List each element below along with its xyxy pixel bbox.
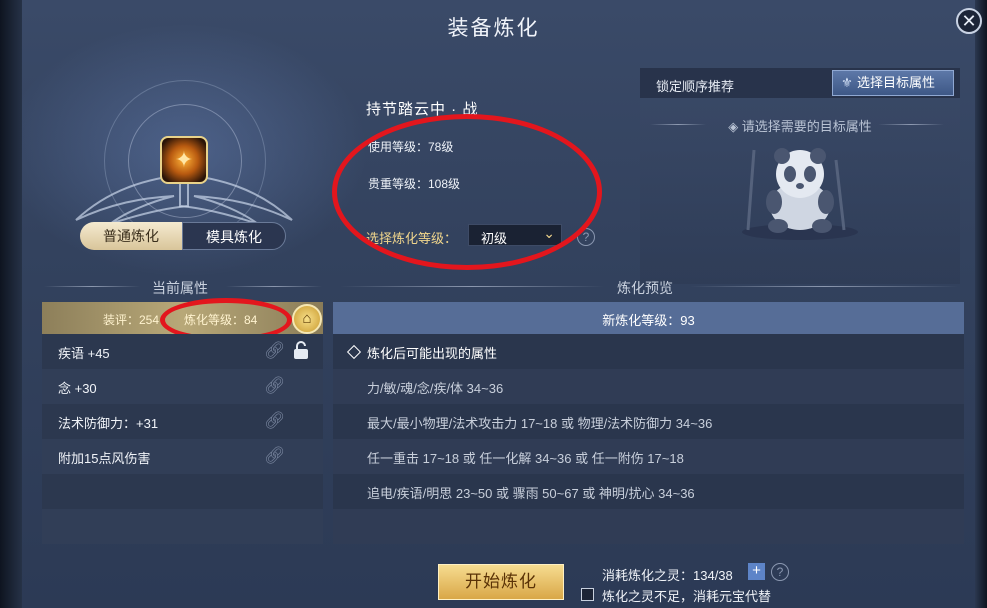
substitute-ingot-checkbox[interactable]: [581, 588, 594, 601]
right-edge: [975, 0, 987, 608]
left-edge: [0, 0, 22, 608]
preview-line: 追电/疾语/明思 23~50 或 骤雨 50~67 或 神明/扰心 34~36: [367, 486, 695, 501]
attribute-text: 法术防御力：+31: [58, 416, 159, 431]
lock-order-title: 锁定顺序推荐: [656, 79, 735, 94]
attribute-text: 疾语 +45: [58, 346, 110, 361]
target-icon: ⚜: [841, 75, 853, 90]
preview-row: 追电/疾语/明思 23~50 或 骤雨 50~67 或 神明/扰心 34~36: [333, 474, 964, 509]
attribute-row: 念 +30 🔗︎: [42, 369, 323, 404]
current-attributes-title: 当前属性: [152, 280, 208, 296]
target-attribute-hint: ◈ 请选择需要的目标属性: [640, 116, 960, 135]
tab-normal-refine[interactable]: 普通炼化: [80, 222, 182, 250]
target-attribute-hint-text: 请选择需要的目标属性: [741, 119, 872, 134]
refine-cost: 消耗炼化之灵：134/38: [602, 568, 733, 583]
preview-heading-text: 炼化后可能出现的属性: [367, 346, 498, 361]
window-title: 装备炼化: [447, 17, 540, 40]
equipment-item-icon: ✦: [174, 147, 194, 172]
equipment-score: 装评：254: [103, 313, 160, 327]
preview-line: 力/敏/魂/念/疾/体 34~36: [367, 381, 504, 396]
preview-heading-row: 炼化后可能出现的属性: [333, 334, 964, 369]
add-icon[interactable]: +: [748, 563, 765, 580]
current-divider-right: [226, 286, 322, 287]
preview-line: 最大/最小物理/法术攻击力 17~18 或 物理/法术防御力 34~36: [367, 416, 713, 431]
diamond-icon: [346, 344, 362, 360]
tab-mold-refine[interactable]: 模具炼化: [182, 222, 286, 250]
substitute-ingot-label: 炼化之灵不足，消耗元宝代替: [602, 589, 772, 604]
select-target-attribute-button[interactable]: ⚜ 选择目标属性: [832, 70, 954, 96]
highlight-circle-info: [332, 114, 602, 270]
refine-mode-tabs: 普通炼化 模具炼化: [72, 222, 294, 250]
preview-line: 任一重击 17~18 或 任一化解 34~36 或 任一附伤 17~18: [367, 451, 684, 466]
preview-title: 炼化预览: [617, 280, 673, 296]
current-divider-left: [44, 286, 140, 287]
link-icon[interactable]: 🔗︎: [264, 341, 286, 361]
preview-row: 最大/最小物理/法术攻击力 17~18 或 物理/法术防御力 34~36: [333, 404, 964, 439]
preview-heading: 炼化后可能出现的属性: [346, 343, 498, 362]
select-target-attribute-label: 选择目标属性: [857, 75, 936, 90]
attribute-row: 法术防御力：+31 🔗︎: [42, 404, 323, 439]
unlock-icon[interactable]: [293, 341, 309, 359]
link-icon[interactable]: 🔗︎: [264, 446, 286, 466]
attribute-row-empty: [42, 509, 323, 544]
panda-mascot-icon: [742, 148, 858, 240]
hint-diamond-icon: ◈: [728, 119, 742, 134]
preview-divider-left: [340, 286, 604, 287]
cost-help-icon[interactable]: ?: [771, 563, 789, 581]
home-icon[interactable]: ⌂: [292, 304, 322, 334]
equipment-item-slot[interactable]: ✦: [160, 136, 208, 184]
attribute-row: 疾语 +45 🔗︎: [42, 334, 323, 369]
preview-divider-right: [690, 286, 958, 287]
close-icon[interactable]: ✕: [956, 8, 982, 34]
attribute-text: 附加15点风伤害: [58, 451, 151, 466]
link-icon[interactable]: 🔗︎: [264, 376, 286, 396]
preview-row: 力/敏/魂/念/疾/体 34~36: [333, 369, 964, 404]
start-refine-button[interactable]: 开始炼化: [438, 564, 564, 600]
new-refine-level: 新炼化等级：93: [602, 313, 695, 328]
link-icon[interactable]: 🔗︎: [264, 411, 286, 431]
attribute-row: 附加15点风伤害 🔗︎: [42, 439, 323, 474]
attribute-text: 念 +30: [58, 381, 97, 396]
preview-row: 任一重击 17~18 或 任一化解 34~36 或 任一附伤 17~18: [333, 439, 964, 474]
preview-row-empty: [333, 509, 964, 544]
attribute-row-empty: [42, 474, 323, 509]
